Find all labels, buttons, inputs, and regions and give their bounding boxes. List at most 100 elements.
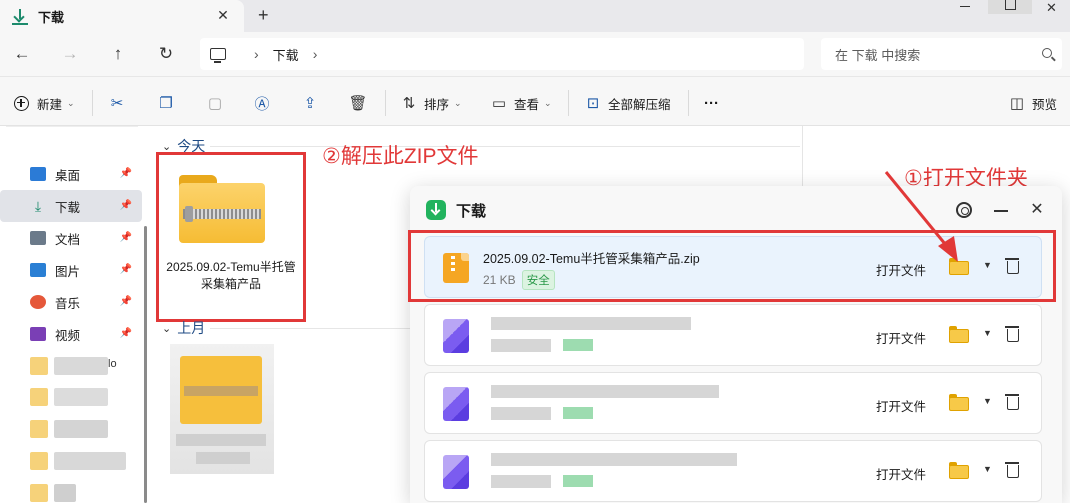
sidebar-item-pictures[interactable]: 图片 📌 [0, 254, 142, 286]
blurred-folder-label[interactable] [54, 357, 108, 375]
open-file-button[interactable]: 打开文件 [876, 328, 926, 347]
forward-button[interactable]: → [60, 44, 80, 64]
download-item[interactable]: 打开文件 ▼ [424, 304, 1042, 366]
breadcrumb-chevron-icon[interactable]: › [254, 46, 259, 62]
blurred-folder-label[interactable] [54, 420, 108, 438]
blurred-folder-icon [180, 356, 262, 424]
rename-button[interactable]: Ⓐ [253, 93, 271, 113]
sidebar-item-label: 图片 [55, 264, 81, 279]
minimize-window-button[interactable] [952, 2, 976, 7]
open-file-button[interactable]: 打开文件 [876, 464, 926, 483]
extract-all-button[interactable]: ⊡ 全部解压缩 [584, 93, 671, 113]
address-bar[interactable]: › 下载 › [200, 38, 804, 70]
delete-icon[interactable] [1005, 393, 1019, 410]
pin-icon[interactable]: 📌 [120, 200, 132, 211]
download-icon-base [12, 23, 28, 25]
up-button[interactable]: ↑ [108, 44, 128, 64]
pin-icon[interactable]: 📌 [120, 264, 132, 275]
new-tab-button[interactable]: + [258, 5, 276, 25]
blurred-folder-icon[interactable] [30, 388, 48, 406]
sort-icon: ⇅ [402, 95, 416, 112]
back-button[interactable]: ← [12, 44, 32, 64]
sidebar-item-label: 音乐 [55, 296, 81, 311]
blurred-file-name [491, 385, 719, 398]
blurred-status-badge [563, 475, 593, 487]
download-item[interactable]: 打开文件 ▼ [424, 372, 1042, 434]
open-file-button[interactable]: 打开文件 [876, 396, 926, 415]
close-window-button[interactable]: ✕ [1046, 0, 1057, 15]
sidebar-item-documents[interactable]: 文档 📌 [0, 222, 142, 254]
sidebar-item-music[interactable]: 音乐 📌 [0, 286, 142, 318]
blurred-folder-icon[interactable] [30, 357, 48, 375]
sidebar-item-desktop[interactable]: 桌面 📌 [0, 158, 142, 190]
pictures-icon [30, 263, 46, 277]
toolbar-divider [688, 90, 689, 116]
sidebar-item-videos[interactable]: 视频 📌 [0, 318, 142, 350]
breadcrumb-chevron-icon[interactable]: › [313, 46, 318, 62]
delete-button[interactable]: 🗑 [348, 93, 367, 113]
sidebar-item-label: 下载 [55, 200, 81, 215]
blurred-status-badge [563, 407, 593, 419]
search-input[interactable]: 在 下载 中搜索 [821, 38, 1062, 70]
open-folder-icon[interactable] [949, 394, 969, 411]
breadcrumb-downloads[interactable]: 下载 [273, 45, 299, 64]
pin-icon[interactable]: 📌 [120, 328, 132, 339]
blurred-folder-label[interactable] [54, 452, 126, 470]
chevron-down-icon[interactable]: ▼ [983, 328, 992, 338]
sidebar-item-label: 桌面 [55, 168, 81, 183]
more-options-button[interactable]: ··· [704, 93, 719, 113]
pin-icon[interactable]: 📌 [120, 232, 132, 243]
pin-icon[interactable]: 📌 [120, 296, 132, 307]
navigation-pane: 桌面 📌 ⤓ 下载 📌 文档 📌 图片 📌 音乐 📌 视频 📌 lo [0, 126, 150, 503]
close-icon[interactable]: ✕ [1028, 201, 1046, 219]
view-label: 查看 [514, 97, 540, 112]
open-folder-icon[interactable] [949, 462, 969, 479]
chevron-down-icon: ⌄ [454, 97, 462, 108]
minimize-icon[interactable] [994, 210, 1008, 212]
tab-title: 下载 [38, 9, 65, 25]
preview-label: 预览 [1032, 97, 1058, 112]
rename-icon: Ⓐ [254, 95, 270, 113]
this-pc-icon [210, 48, 226, 63]
view-button[interactable]: ▭ 查看 ⌄ [490, 93, 552, 113]
sort-button[interactable]: ⇅ 排序 ⌄ [400, 93, 462, 113]
extract-icon: ⊡ [586, 95, 600, 112]
navigation-bar: ← → ↑ ↻ › 下载 › 在 下载 中搜索 [0, 32, 1070, 76]
maximize-window-button[interactable] [988, 0, 1032, 14]
delete-icon[interactable] [1005, 461, 1019, 478]
pin-icon[interactable]: 📌 [120, 168, 132, 179]
refresh-button[interactable]: ↻ [156, 44, 176, 64]
blurred-folder-label[interactable] [54, 388, 108, 406]
new-button[interactable]: 新建 ⌄ [14, 93, 75, 113]
blurred-folder-label[interactable] [54, 484, 76, 502]
toolbar-divider [568, 90, 569, 116]
chevron-down-icon: ⌄ [544, 97, 552, 108]
tab-close-icon[interactable]: ✕ [214, 6, 232, 24]
cut-button[interactable]: ✂ [108, 93, 126, 113]
paste-button[interactable]: ▢ [206, 93, 224, 113]
preview-pane-button[interactable]: ◫ 预览 [1008, 93, 1057, 113]
sidebar-scrollbar[interactable] [144, 226, 147, 503]
zip-file-item[interactable]: 2025.09.02-Temu半托管采集箱产品 [156, 152, 306, 322]
sidebar-item-label: 视频 [55, 328, 81, 343]
blurred-file-size [491, 407, 551, 420]
open-folder-icon[interactable] [949, 326, 969, 343]
share-button[interactable]: ⇪ [301, 93, 319, 113]
blurred-folder-icon[interactable] [30, 484, 48, 502]
blurred-folder-icon[interactable] [30, 452, 48, 470]
search-placeholder: 在 下载 中搜索 [835, 47, 921, 63]
group-header-last-month[interactable]: ⌄ 上月 [162, 318, 205, 338]
copy-button[interactable]: ❐ [157, 93, 175, 113]
blurred-folder-icon[interactable] [30, 420, 48, 438]
sidebar-divider [6, 126, 138, 127]
extract-all-label: 全部解压缩 [608, 97, 671, 112]
chevron-down-icon: ⌄ [162, 322, 172, 335]
chevron-down-icon[interactable]: ▼ [983, 396, 992, 406]
sidebar-item-downloads[interactable]: ⤓ 下载 📌 [0, 190, 142, 222]
blurred-file-name [176, 434, 266, 446]
chevron-down-icon[interactable]: ▼ [983, 464, 992, 474]
download-item[interactable]: 打开文件 ▼ [424, 440, 1042, 502]
tab-downloads[interactable]: 下载 ✕ [0, 0, 244, 32]
delete-icon[interactable] [1005, 325, 1019, 342]
desktop-icon [30, 167, 46, 181]
